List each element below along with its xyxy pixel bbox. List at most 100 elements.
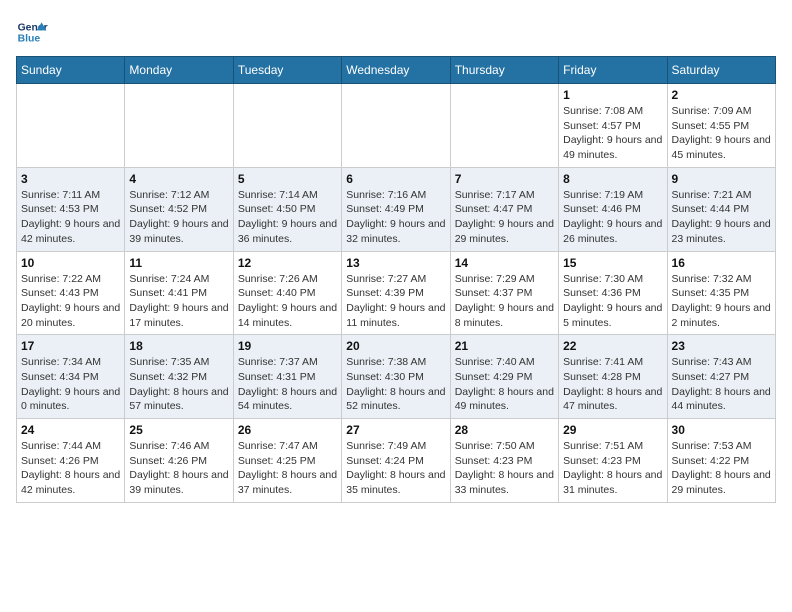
day-info: Sunrise: 7:37 AM Sunset: 4:31 PM Dayligh… <box>238 355 337 414</box>
weekday-header-sunday: Sunday <box>17 57 125 84</box>
day-info: Sunrise: 7:46 AM Sunset: 4:26 PM Dayligh… <box>129 439 228 498</box>
day-number: 25 <box>129 423 228 437</box>
day-info: Sunrise: 7:14 AM Sunset: 4:50 PM Dayligh… <box>238 188 337 247</box>
calendar-cell: 1Sunrise: 7:08 AM Sunset: 4:57 PM Daylig… <box>559 84 667 168</box>
calendar-cell: 13Sunrise: 7:27 AM Sunset: 4:39 PM Dayli… <box>342 251 450 335</box>
day-number: 24 <box>21 423 120 437</box>
calendar-cell: 24 Sunrise: 7:44 AM Sunset: 4:26 PM Dayli… <box>17 419 125 503</box>
calendar-cell: 7 Sunrise: 7:17 AM Sunset: 4:47 PM Daylig… <box>450 167 558 251</box>
day-info: Sunrise: 7:22 AM Sunset: 4:43 PM Dayligh… <box>21 272 120 331</box>
day-info: Sunrise: 7:41 AM Sunset: 4:28 PM Dayligh… <box>563 355 662 414</box>
day-number: 29 <box>563 423 662 437</box>
calendar-cell: 20Sunrise: 7:38 AM Sunset: 4:30 PM Dayli… <box>342 335 450 419</box>
calendar-week-row: 3 Sunrise: 7:11 AM Sunset: 4:53 PM Daylig… <box>17 167 776 251</box>
calendar-cell: 29 Sunrise: 7:51 AM Sunset: 4:23 PM Dayli… <box>559 419 667 503</box>
day-number: 5 <box>238 172 337 186</box>
day-number: 7 <box>455 172 554 186</box>
day-info: Sunrise: 7:24 AM Sunset: 4:41 PM Dayligh… <box>129 272 228 331</box>
day-number: 6 <box>346 172 445 186</box>
day-number: 16 <box>672 256 771 270</box>
day-number: 18 <box>129 339 228 353</box>
day-info: Sunrise: 7:53 AM Sunset: 4:22 PM Dayligh… <box>672 439 771 498</box>
calendar-cell: 15Sunrise: 7:30 AM Sunset: 4:36 PM Dayli… <box>559 251 667 335</box>
day-info: Sunrise: 7:50 AM Sunset: 4:23 PM Dayligh… <box>455 439 554 498</box>
day-info: Sunrise: 7:27 AM Sunset: 4:39 PM Dayligh… <box>346 272 445 331</box>
calendar-week-row: 1Sunrise: 7:08 AM Sunset: 4:57 PM Daylig… <box>17 84 776 168</box>
calendar-cell: 19 Sunrise: 7:37 AM Sunset: 4:31 PM Dayli… <box>233 335 341 419</box>
calendar-cell: 21 Sunrise: 7:40 AM Sunset: 4:29 PM Dayli… <box>450 335 558 419</box>
day-info: Sunrise: 7:35 AM Sunset: 4:32 PM Dayligh… <box>129 355 228 414</box>
calendar-cell: 27 Sunrise: 7:49 AM Sunset: 4:24 PM Dayli… <box>342 419 450 503</box>
weekday-header-monday: Monday <box>125 57 233 84</box>
page-header: General Blue <box>16 16 776 48</box>
day-info: Sunrise: 7:51 AM Sunset: 4:23 PM Dayligh… <box>563 439 662 498</box>
day-info: Sunrise: 7:17 AM Sunset: 4:47 PM Dayligh… <box>455 188 554 247</box>
calendar-cell: 16 Sunrise: 7:32 AM Sunset: 4:35 PM Dayli… <box>667 251 775 335</box>
day-info: Sunrise: 7:44 AM Sunset: 4:26 PM Dayligh… <box>21 439 120 498</box>
day-number: 10 <box>21 256 120 270</box>
weekday-header-wednesday: Wednesday <box>342 57 450 84</box>
day-number: 20 <box>346 339 445 353</box>
calendar-cell: 8 Sunrise: 7:19 AM Sunset: 4:46 PM Daylig… <box>559 167 667 251</box>
weekday-header-tuesday: Tuesday <box>233 57 341 84</box>
calendar-cell <box>17 84 125 168</box>
weekday-header-friday: Friday <box>559 57 667 84</box>
weekday-header-thursday: Thursday <box>450 57 558 84</box>
svg-text:Blue: Blue <box>18 34 41 45</box>
day-info: Sunrise: 7:16 AM Sunset: 4:49 PM Dayligh… <box>346 188 445 247</box>
day-info: Sunrise: 7:47 AM Sunset: 4:25 PM Dayligh… <box>238 439 337 498</box>
calendar-cell <box>125 84 233 168</box>
day-info: Sunrise: 7:11 AM Sunset: 4:53 PM Dayligh… <box>21 188 120 247</box>
calendar-cell: 6 Sunrise: 7:16 AM Sunset: 4:49 PM Daylig… <box>342 167 450 251</box>
day-number: 21 <box>455 339 554 353</box>
day-number: 12 <box>238 256 337 270</box>
day-info: Sunrise: 7:21 AM Sunset: 4:44 PM Dayligh… <box>672 188 771 247</box>
day-number: 8 <box>563 172 662 186</box>
day-info: Sunrise: 7:26 AM Sunset: 4:40 PM Dayligh… <box>238 272 337 331</box>
day-number: 23 <box>672 339 771 353</box>
day-number: 2 <box>672 88 771 102</box>
calendar-cell: 26 Sunrise: 7:47 AM Sunset: 4:25 PM Dayli… <box>233 419 341 503</box>
calendar-cell: 12 Sunrise: 7:26 AM Sunset: 4:40 PM Dayli… <box>233 251 341 335</box>
day-info: Sunrise: 7:12 AM Sunset: 4:52 PM Dayligh… <box>129 188 228 247</box>
calendar-cell: 23Sunrise: 7:43 AM Sunset: 4:27 PM Dayli… <box>667 335 775 419</box>
day-number: 9 <box>672 172 771 186</box>
day-number: 4 <box>129 172 228 186</box>
calendar-cell: 3 Sunrise: 7:11 AM Sunset: 4:53 PM Daylig… <box>17 167 125 251</box>
calendar-table: SundayMondayTuesdayWednesdayThursdayFrid… <box>16 56 776 503</box>
day-info: Sunrise: 7:34 AM Sunset: 4:34 PM Dayligh… <box>21 355 120 414</box>
day-number: 27 <box>346 423 445 437</box>
calendar-cell <box>233 84 341 168</box>
day-info: Sunrise: 7:40 AM Sunset: 4:29 PM Dayligh… <box>455 355 554 414</box>
logo-icon: General Blue <box>16 16 48 48</box>
day-number: 30 <box>672 423 771 437</box>
day-number: 26 <box>238 423 337 437</box>
calendar-week-row: 24 Sunrise: 7:44 AM Sunset: 4:26 PM Dayli… <box>17 419 776 503</box>
calendar-cell <box>450 84 558 168</box>
logo: General Blue <box>16 16 48 48</box>
day-info: Sunrise: 7:19 AM Sunset: 4:46 PM Dayligh… <box>563 188 662 247</box>
day-number: 22 <box>563 339 662 353</box>
day-number: 19 <box>238 339 337 353</box>
day-number: 14 <box>455 256 554 270</box>
day-number: 11 <box>129 256 228 270</box>
day-info: Sunrise: 7:49 AM Sunset: 4:24 PM Dayligh… <box>346 439 445 498</box>
calendar-cell: 22 Sunrise: 7:41 AM Sunset: 4:28 PM Dayli… <box>559 335 667 419</box>
calendar-cell: 18 Sunrise: 7:35 AM Sunset: 4:32 PM Dayli… <box>125 335 233 419</box>
day-info: Sunrise: 7:32 AM Sunset: 4:35 PM Dayligh… <box>672 272 771 331</box>
day-number: 1 <box>563 88 662 102</box>
day-info: Sunrise: 7:30 AM Sunset: 4:36 PM Dayligh… <box>563 272 662 331</box>
calendar-cell <box>342 84 450 168</box>
calendar-cell: 5 Sunrise: 7:14 AM Sunset: 4:50 PM Daylig… <box>233 167 341 251</box>
calendar-cell: 2 Sunrise: 7:09 AM Sunset: 4:55 PM Daylig… <box>667 84 775 168</box>
weekday-header-saturday: Saturday <box>667 57 775 84</box>
day-info: Sunrise: 7:29 AM Sunset: 4:37 PM Dayligh… <box>455 272 554 331</box>
calendar-cell: 14 Sunrise: 7:29 AM Sunset: 4:37 PM Dayli… <box>450 251 558 335</box>
day-number: 17 <box>21 339 120 353</box>
day-number: 3 <box>21 172 120 186</box>
calendar-week-row: 10 Sunrise: 7:22 AM Sunset: 4:43 PM Dayli… <box>17 251 776 335</box>
calendar-cell: 30 Sunrise: 7:53 AM Sunset: 4:22 PM Dayli… <box>667 419 775 503</box>
calendar-cell: 4 Sunrise: 7:12 AM Sunset: 4:52 PM Daylig… <box>125 167 233 251</box>
calendar-cell: 28Sunrise: 7:50 AM Sunset: 4:23 PM Dayli… <box>450 419 558 503</box>
day-info: Sunrise: 7:09 AM Sunset: 4:55 PM Dayligh… <box>672 104 771 163</box>
